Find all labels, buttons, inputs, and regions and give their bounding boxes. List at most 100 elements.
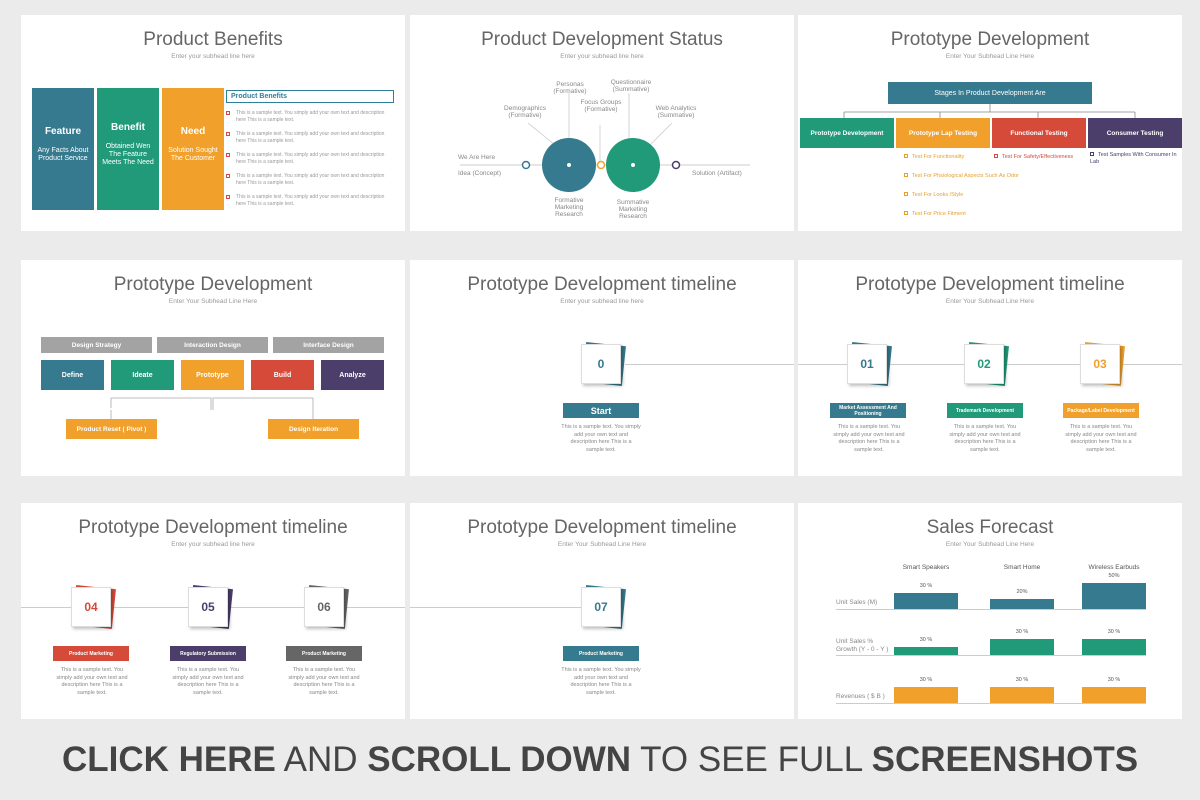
focus-groups-label: Focus Groups (Formative) [580, 99, 622, 113]
list-item: This is a sample text. You simply add yo… [226, 194, 394, 208]
scroll-down-banner[interactable]: CLICK HERE AND SCROLL DOWN TO SEE FULL S… [0, 740, 1200, 780]
slide-development-status[interactable]: Product Development Status Enter your su… [410, 15, 794, 231]
list-title: Product Benefits [226, 90, 394, 103]
list-item: Test For Functionality [904, 154, 964, 160]
stage-lap-testing: Prototype Lap Testing [896, 118, 990, 148]
column-desc: Any Facts About Product Service [37, 147, 89, 162]
start-dot [521, 160, 531, 170]
forecast-bar [1082, 687, 1146, 703]
milestone-number: 06 [304, 587, 344, 627]
milestone-badge: Product Marketing [53, 646, 129, 661]
forecast-bar [894, 687, 958, 703]
benefit-column: Benefit Obtained Wen The Feature Meets T… [97, 88, 159, 210]
screenshots-text: SCREENSHOTS [871, 740, 1139, 779]
column-title: Feature [44, 126, 82, 137]
slide-product-benefits[interactable]: Product Benefits Enter your subhead line… [21, 15, 405, 231]
product-reset-box: Product Reset ( Pivot ) [66, 419, 157, 439]
checkbox-icon [904, 192, 908, 196]
checkbox-icon [226, 153, 230, 157]
milestone-desc: This is a sample text. You simply add yo… [1065, 424, 1137, 453]
slide-prototype-stages[interactable]: Prototype Development Enter Your Subhead… [798, 15, 1182, 231]
banner-text: AND [275, 740, 368, 779]
column-desc: Obtained Wen The Feature Meets The Need [102, 143, 154, 166]
forecast-bar [990, 599, 1054, 609]
slide-timeline-01-03[interactable]: Prototype Development timeline Enter You… [798, 260, 1182, 476]
bar-value-label: 30 % [919, 677, 933, 683]
milestone-badge: Market Assessment And Positioning [830, 403, 906, 418]
list-item: Test For Phsiological Aspects Such As Od… [904, 173, 1019, 179]
slide-title: Prototype Development timeline [467, 274, 737, 295]
benefits-list: Product Benefits This is a sample text. … [226, 90, 394, 208]
slide-timeline-start[interactable]: Prototype Development timeline Enter you… [410, 260, 794, 476]
design-iteration-box: Design Iteration [268, 419, 359, 439]
stage-prototype-development: Prototype Development [800, 118, 894, 148]
slide-timeline-04-06[interactable]: Prototype Development timeline Enter you… [21, 503, 405, 719]
forecast-bar [990, 687, 1054, 703]
milestone-badge: Start [563, 403, 639, 418]
checkbox-icon [226, 195, 230, 199]
list-item: This is a sample text. You simply add yo… [226, 110, 394, 124]
end-dot [671, 160, 681, 170]
milestone-number: 07 [581, 587, 621, 627]
column-header: Wireless Earbuds [1088, 564, 1140, 571]
slide-subtitle: Enter Your Subhead Line Here [945, 541, 1035, 548]
bar-value-label: 50% [1108, 573, 1120, 579]
bar-value-label: 30 % [1015, 629, 1029, 635]
status-diagram [460, 93, 750, 192]
forecast-bar [894, 647, 958, 655]
stage-functional-testing: Functional Testing [992, 118, 1086, 148]
summative-label: Summative Marketing Research [616, 199, 650, 220]
slide-sales-forecast[interactable]: Sales Forecast Enter Your Subhead Line H… [798, 503, 1182, 719]
milestone-badge: Regulatory Submission [170, 646, 246, 661]
slide-subtitle: Enter your subhead line here [560, 298, 644, 305]
milestone-number: 04 [71, 587, 111, 627]
milestone-desc: This is a sample text. You simply add yo… [949, 424, 1021, 453]
click-here-text[interactable]: CLICK HERE [62, 740, 276, 779]
feature-column: Feature Any Facts About Product Service [32, 88, 94, 210]
demographics-label: Demographics (Formative) [504, 105, 546, 119]
stage-consumer-testing: Consumer Testing [1088, 118, 1182, 148]
bar-value-label: 30 % [919, 637, 933, 643]
need-column: Need Solution Sought The Customer [162, 88, 224, 210]
scroll-down-text: SCROLL DOWN [367, 740, 632, 779]
feedback-lines [110, 397, 314, 420]
bar-value-label: 30 % [919, 583, 933, 589]
milestone-number: 02 [964, 344, 1004, 384]
web-analytics-label: Web Analytics (Summative) [655, 105, 697, 119]
checkbox-icon [994, 154, 998, 158]
milestone-badge: Trademark Development [947, 403, 1023, 418]
timeline-line [410, 607, 582, 608]
slide-title: Sales Forecast [926, 517, 1054, 538]
formative-label: Formative Marketing Research [554, 197, 584, 218]
we-are-here-label: We Are Here [458, 154, 496, 161]
forecast-bar [1082, 639, 1146, 655]
bar-value-label: 20% [1016, 589, 1028, 595]
solution-label: Solution (Artifact) [692, 170, 742, 177]
mid-dot [596, 160, 606, 170]
checkbox-icon [226, 111, 230, 115]
slide-title: Prototype Development timeline [855, 274, 1125, 295]
banner-text: TO SEE FULL [631, 740, 872, 779]
checkbox-icon [904, 211, 908, 215]
row-label: Unit Sales % Growth (Y - 0 - Y ) [836, 638, 889, 653]
slide-subtitle: Enter Your Subhead Line Here [557, 541, 647, 548]
slide-timeline-07[interactable]: Prototype Development timeline Enter You… [410, 503, 794, 719]
column-header: Smart Home [1003, 564, 1041, 571]
bar-value-label: 30 % [1107, 629, 1121, 635]
divider [836, 703, 1146, 704]
milestone-number: 05 [188, 587, 228, 627]
slide-title: Prototype Development timeline [78, 517, 348, 538]
milestone-badge: Product Marketing [286, 646, 362, 661]
slide-design-process[interactable]: Prototype Development Enter Your Subhead… [21, 260, 405, 476]
list-item: Test For Price Fitment [904, 211, 966, 217]
bar-value-label: 30 % [1015, 677, 1029, 683]
row-label: Unit Sales (M) [836, 599, 878, 606]
milestone-number: 0 [581, 344, 621, 384]
milestone-desc: This is a sample text. You simply add yo… [172, 667, 244, 696]
slide-subtitle: Enter your subhead line here [171, 541, 255, 548]
checkbox-icon [1090, 152, 1094, 156]
milestone-desc: This is a sample text. You simply add yo… [56, 667, 128, 696]
bar-value-label: 30 % [1107, 677, 1121, 683]
personas-label: Personas (Formative) [553, 81, 587, 95]
list-item: Test Samples With Consumer In Lab [1090, 152, 1177, 165]
